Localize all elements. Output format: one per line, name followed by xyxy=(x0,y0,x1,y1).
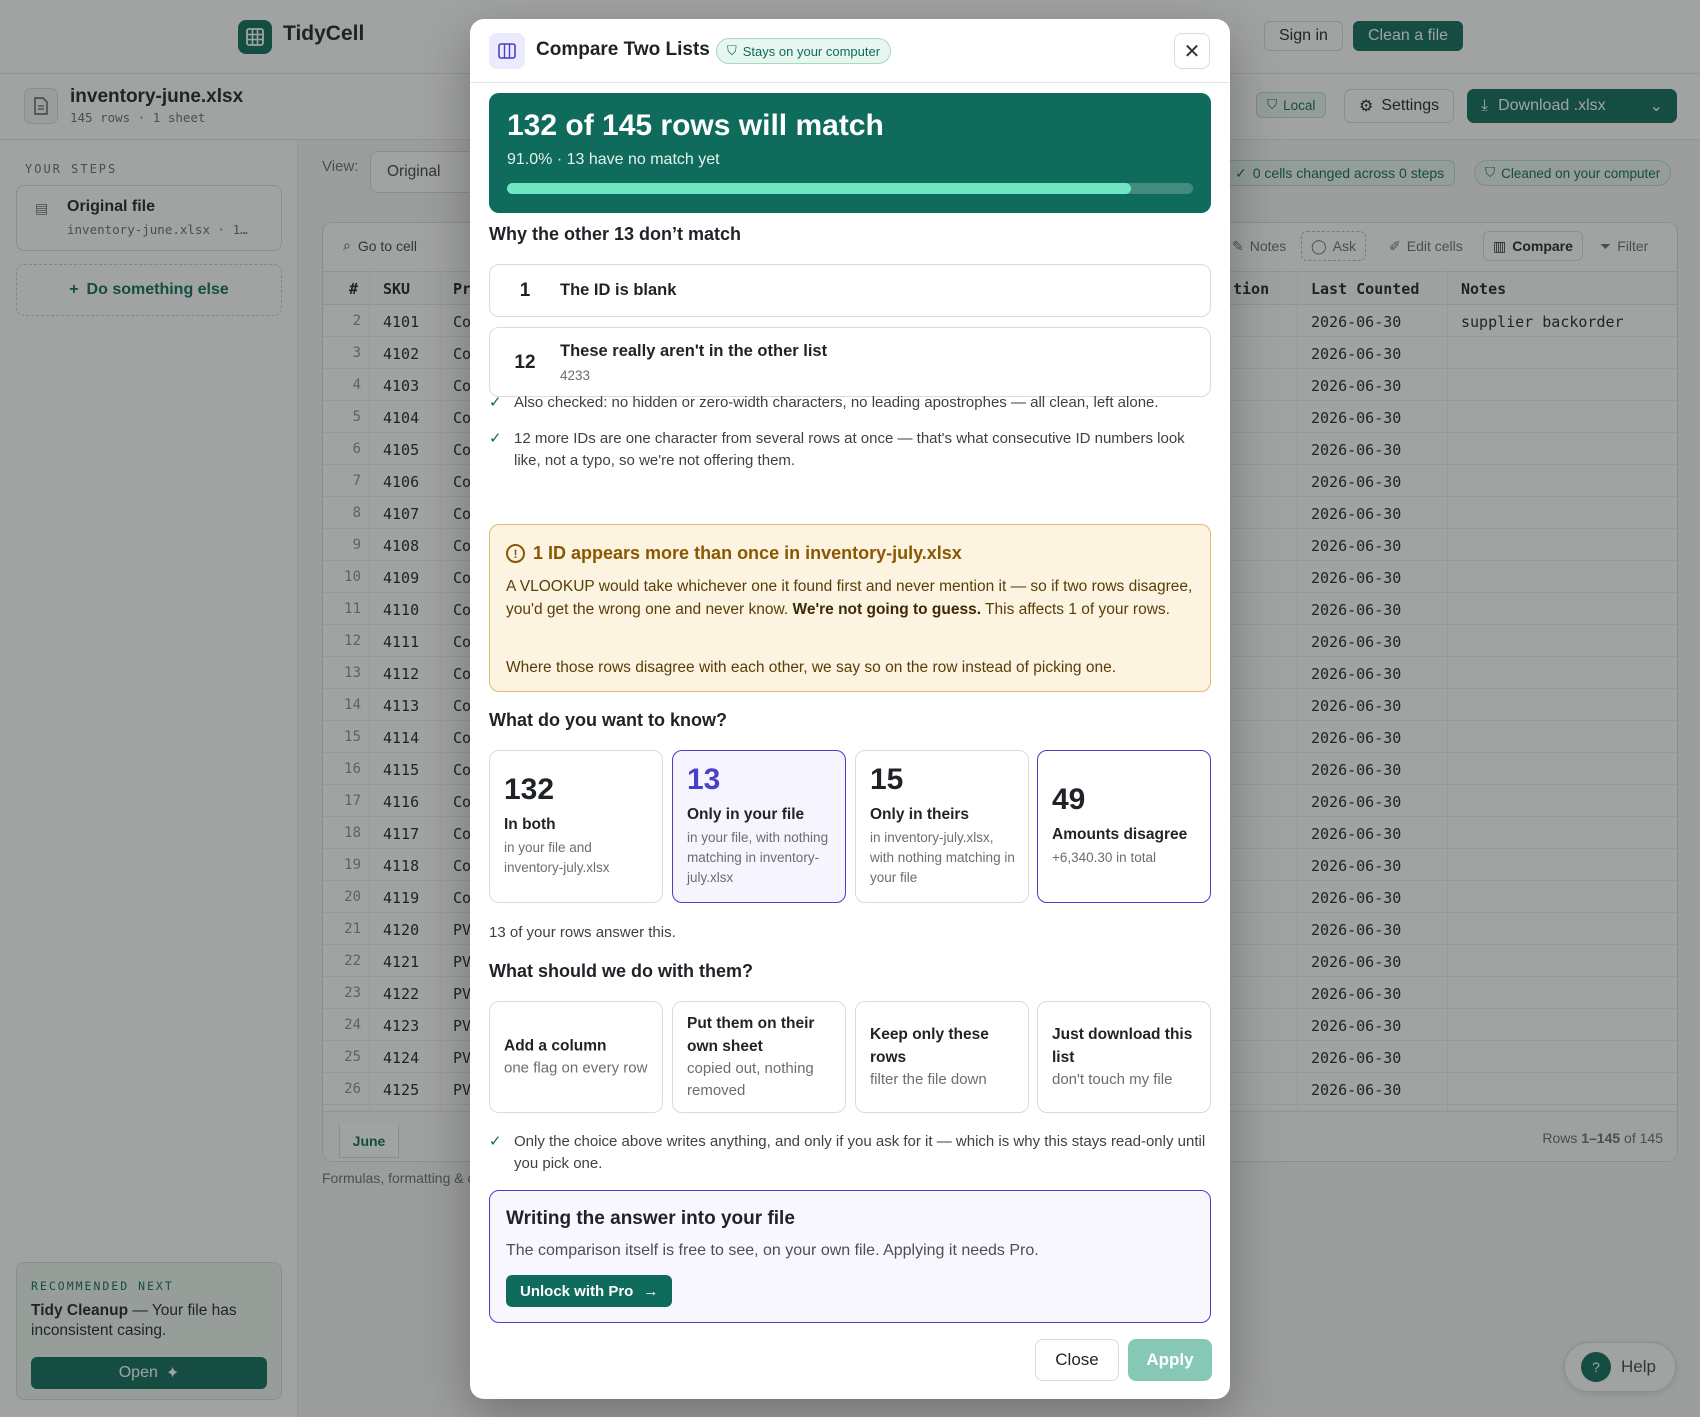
know-heading: What do you want to know? xyxy=(489,710,727,730)
check-icon: ✓ xyxy=(489,1133,502,1150)
shield-check-icon: ⛉ xyxy=(727,43,737,58)
modal-title: Compare Two Lists xyxy=(536,39,710,60)
action-content: Add a column one flag on every row xyxy=(504,1035,654,1080)
answer-note: 13 of your rows answer this. xyxy=(489,924,676,941)
option-label: Only in theirs xyxy=(870,806,970,823)
option-desc: in your file, with nothing matching in i… xyxy=(687,830,829,885)
match-progress-fill xyxy=(507,183,1132,194)
action-title: Put them on their own sheet xyxy=(687,1015,815,1055)
warning-title: ! 1 ID appears more than once in inventor… xyxy=(506,543,962,564)
option-count: 132 xyxy=(504,773,555,806)
pro-subtitle: The comparison itself is free to see, on… xyxy=(506,1242,1039,1259)
stays-local-label: Stays on your computer xyxy=(742,43,881,59)
option-label: Only in your file xyxy=(687,806,805,823)
warning-body-2: Where those rows disagree with each othe… xyxy=(506,659,1117,676)
option-desc: in inventory-july.xlsx, with nothing mat… xyxy=(870,830,1015,885)
modal-header: Compare Two Lists ⛉ Stays on your compute… xyxy=(470,19,1230,83)
action-title: Keep only these rows xyxy=(870,1026,989,1066)
reason-count: 12 xyxy=(514,352,536,373)
unlock-pro-button[interactable]: Unlock with Pro → xyxy=(506,1275,673,1307)
check-text: Only the choice above writes anything, a… xyxy=(514,1133,1206,1172)
check-text: 12 more IDs are one character from sever… xyxy=(514,430,1185,469)
match-subline: 91.0% · 13 have no match yet xyxy=(507,151,720,168)
pro-title: Writing the answer into your file xyxy=(506,1208,795,1229)
action-content: Keep only these rows filter the file down xyxy=(870,1023,1020,1091)
match-headline: 132 of 145 rows will match xyxy=(507,109,884,142)
compare-modal: Compare Two Lists ⛉ Stays on your compute… xyxy=(470,19,1230,1399)
alert-circle-icon: ! xyxy=(506,544,525,563)
action-content: Just download this list don't touch my fi… xyxy=(1052,1023,1202,1091)
pro-upsell-card: Writing the answer into your file The co… xyxy=(489,1190,1211,1323)
option-in-both[interactable]: 132 In both in your file and inventory-j… xyxy=(489,750,663,903)
action-desc: one flag on every row xyxy=(504,1059,648,1077)
warning-post: This affects 1 of your rows. xyxy=(981,600,1170,618)
option-only-yours[interactable]: 13 Only in your file in your file, with … xyxy=(672,750,846,903)
action-content: Put them on their own sheet copied out, n… xyxy=(687,1012,837,1102)
unlock-label: Unlock with Pro xyxy=(520,1282,634,1300)
action-download-list[interactable]: Just download this list don't touch my fi… xyxy=(1037,1001,1211,1113)
option-amounts-disagree[interactable]: 49 Amounts disagree +6,340.30 in total xyxy=(1037,750,1211,903)
action-title: Add a column xyxy=(504,1037,607,1055)
reason-text: These really aren't in the other list xyxy=(560,342,828,360)
option-only-theirs[interactable]: 15 Only in theirs in inventory-july.xlsx… xyxy=(855,750,1029,903)
arrow-right-icon: → xyxy=(643,1282,659,1300)
check-note-consecutive: ✓ 12 more IDs are one character from seve… xyxy=(489,428,1211,472)
close-button[interactable]: Close xyxy=(1035,1339,1119,1381)
close-icon[interactable]: ✕ xyxy=(1174,33,1210,69)
action-desc: don't touch my file xyxy=(1052,1071,1173,1088)
action-desc: filter the file down xyxy=(870,1071,987,1088)
reason-blank-id[interactable]: 1 The ID is blank xyxy=(489,264,1211,317)
match-progress-track xyxy=(507,183,1193,194)
action-own-sheet[interactable]: Put them on their own sheet copied out, n… xyxy=(672,1001,846,1113)
reason-not-in-list[interactable]: 12 These really aren't in the other list… xyxy=(489,327,1211,397)
apply-button[interactable]: Apply xyxy=(1128,1339,1212,1381)
do-heading: What should we do with them? xyxy=(489,961,753,981)
match-summary-banner: 132 of 145 rows will match 91.0% · 13 ha… xyxy=(489,93,1211,213)
warning-bold: We're not going to guess. xyxy=(792,600,982,618)
warning-title-text: 1 ID appears more than once in inventory… xyxy=(533,543,962,563)
columns-icon xyxy=(489,33,525,69)
reason-sample: 4233 xyxy=(560,368,591,383)
check-note-readonly: ✓ Only the choice above writes anything, … xyxy=(489,1131,1211,1175)
option-label: In both xyxy=(504,816,556,833)
check-icon: ✓ xyxy=(489,394,502,411)
option-count: 49 xyxy=(1052,783,1086,816)
action-title: Just download this list xyxy=(1052,1026,1193,1066)
check-note-clean: ✓ Also checked: no hidden or zero-width c… xyxy=(489,392,1211,414)
action-add-column[interactable]: Add a column one flag on every row xyxy=(489,1001,663,1113)
option-label: Amounts disagree xyxy=(1052,826,1188,843)
option-desc: in your file and inventory-july.xlsx xyxy=(504,840,610,875)
warning-body: A VLOOKUP would take whichever one it fo… xyxy=(506,576,1196,621)
stays-local-badge: ⛉ Stays on your computer xyxy=(716,38,892,64)
reason-count: 1 xyxy=(519,280,531,301)
check-text: Also checked: no hidden or zero-width ch… xyxy=(514,394,1159,411)
reason-text: The ID is blank xyxy=(560,281,677,299)
option-count: 13 xyxy=(687,763,721,796)
option-count: 15 xyxy=(870,763,904,796)
action-desc: copied out, nothing removed xyxy=(687,1060,814,1099)
duplicate-warning: ! 1 ID appears more than once in inventor… xyxy=(489,524,1211,692)
option-desc: +6,340.30 in total xyxy=(1052,850,1156,865)
check-icon: ✓ xyxy=(489,430,502,447)
action-keep-only[interactable]: Keep only these rows filter the file down xyxy=(855,1001,1029,1113)
why-heading: Why the other 13 don’t match xyxy=(489,224,742,244)
